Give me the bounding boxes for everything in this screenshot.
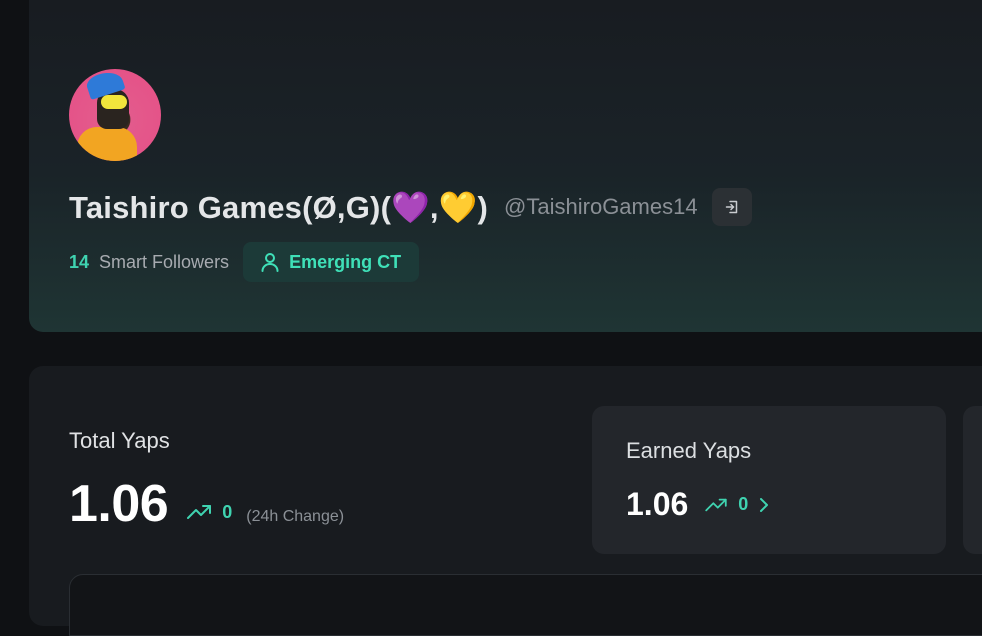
chevron-right-icon[interactable] bbox=[758, 497, 770, 513]
avatar-goggle-shape bbox=[101, 95, 127, 109]
trending-up-icon bbox=[187, 505, 212, 519]
total-yaps-trend: 0 bbox=[186, 502, 232, 523]
earned-yaps-row: 1.06 0 bbox=[626, 486, 770, 523]
user-icon bbox=[261, 253, 279, 272]
avatar-body-shape bbox=[77, 127, 137, 161]
total-yaps-value: 1.06 bbox=[69, 475, 169, 533]
earned-yaps-trend: 0 bbox=[704, 494, 748, 515]
stats-card: Total Yaps 1.06 0 (24h Change) Earned Ya… bbox=[29, 366, 982, 636]
total-yaps-change: 0 bbox=[222, 501, 233, 522]
earned-yaps-change: 0 bbox=[738, 494, 749, 514]
external-link-icon bbox=[725, 200, 737, 214]
status-badge-label: Emerging CT bbox=[289, 251, 402, 272]
user-handle[interactable]: @TaishiroGames14 bbox=[504, 194, 698, 220]
profile-card: Taishiro Games(Ø,G)(💜,💛) @TaishiroGames1… bbox=[29, 0, 982, 332]
total-yaps-label: Total Yaps bbox=[69, 428, 170, 453]
display-name: Taishiro Games(Ø,G)(💜,💛) bbox=[69, 189, 489, 225]
avatar[interactable] bbox=[69, 69, 161, 161]
change-period-label: (24h Change) bbox=[246, 508, 345, 525]
earned-yaps-value: 1.06 bbox=[626, 486, 689, 522]
total-yaps-row: 1.06 0 (24h Change) bbox=[69, 474, 344, 534]
bottom-panel bbox=[69, 574, 982, 636]
profile-meta-row: 14 Smart Followers Emerging CT bbox=[69, 242, 420, 282]
open-profile-button[interactable] bbox=[711, 188, 752, 226]
profile-name-row: Taishiro Games(Ø,G)(💜,💛) @TaishiroGames1… bbox=[69, 188, 752, 226]
smart-followers-count: 14 bbox=[69, 251, 90, 272]
trending-up-icon bbox=[705, 498, 727, 511]
next-stat-card[interactable] bbox=[963, 406, 982, 554]
earned-yaps-label: Earned Yaps bbox=[626, 438, 752, 463]
status-badge: Emerging CT bbox=[243, 242, 420, 282]
earned-yaps-card[interactable]: Earned Yaps 1.06 0 bbox=[592, 406, 946, 554]
smart-followers-label: Smart Followers bbox=[99, 251, 230, 272]
